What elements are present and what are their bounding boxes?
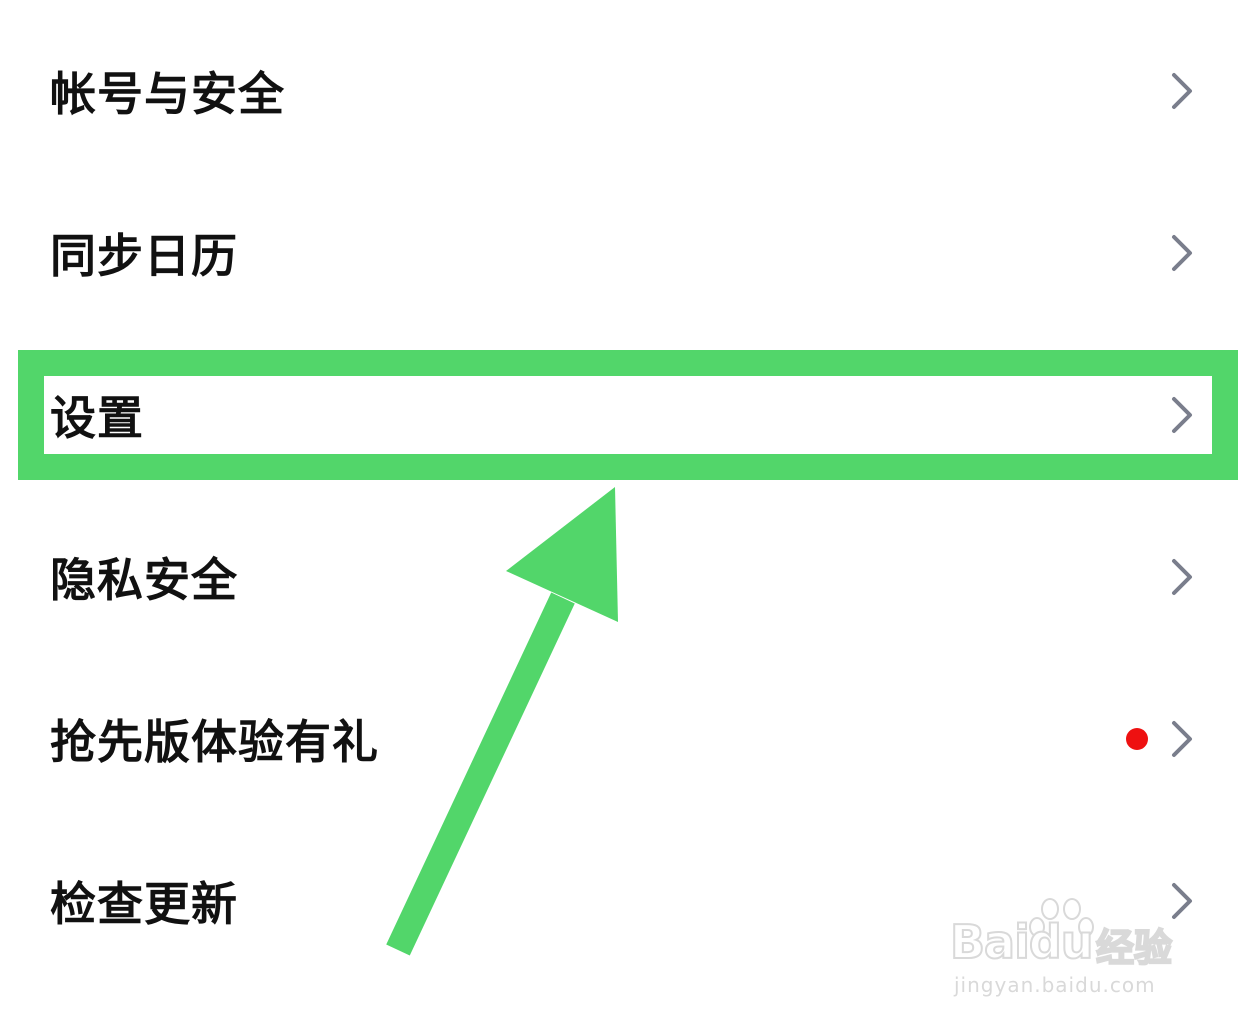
chevron-right-icon <box>1172 883 1192 919</box>
chevron-right-icon <box>1172 721 1192 757</box>
menu-item-label: 帐号与安全 <box>50 67 285 121</box>
red-dot-icon <box>1126 728 1148 750</box>
menu-item-privacy-security[interactable]: 隐私安全 <box>0 496 1242 658</box>
menu-item-check-update[interactable]: 检查更新 <box>0 820 1242 982</box>
chevron-right-icon <box>1172 559 1192 595</box>
menu-item-label: 同步日历 <box>50 229 238 283</box>
menu-item-sync-calendar[interactable]: 同步日历 <box>0 172 1242 334</box>
chevron-right-icon <box>1172 73 1192 109</box>
menu-item-label: 抢先版体验有礼 <box>50 715 379 769</box>
menu-item-label: 设置 <box>50 391 144 445</box>
menu-item-early-access-gift[interactable]: 抢先版体验有礼 <box>0 658 1242 820</box>
chevron-right-icon <box>1172 235 1192 271</box>
menu-item-label: 检查更新 <box>50 877 238 931</box>
chevron-right-icon <box>1172 397 1192 433</box>
menu-item-account-security[interactable]: 帐号与安全 <box>0 10 1242 172</box>
menu-item-label: 隐私安全 <box>50 553 238 607</box>
menu-item-settings[interactable]: 设置 <box>0 334 1242 496</box>
